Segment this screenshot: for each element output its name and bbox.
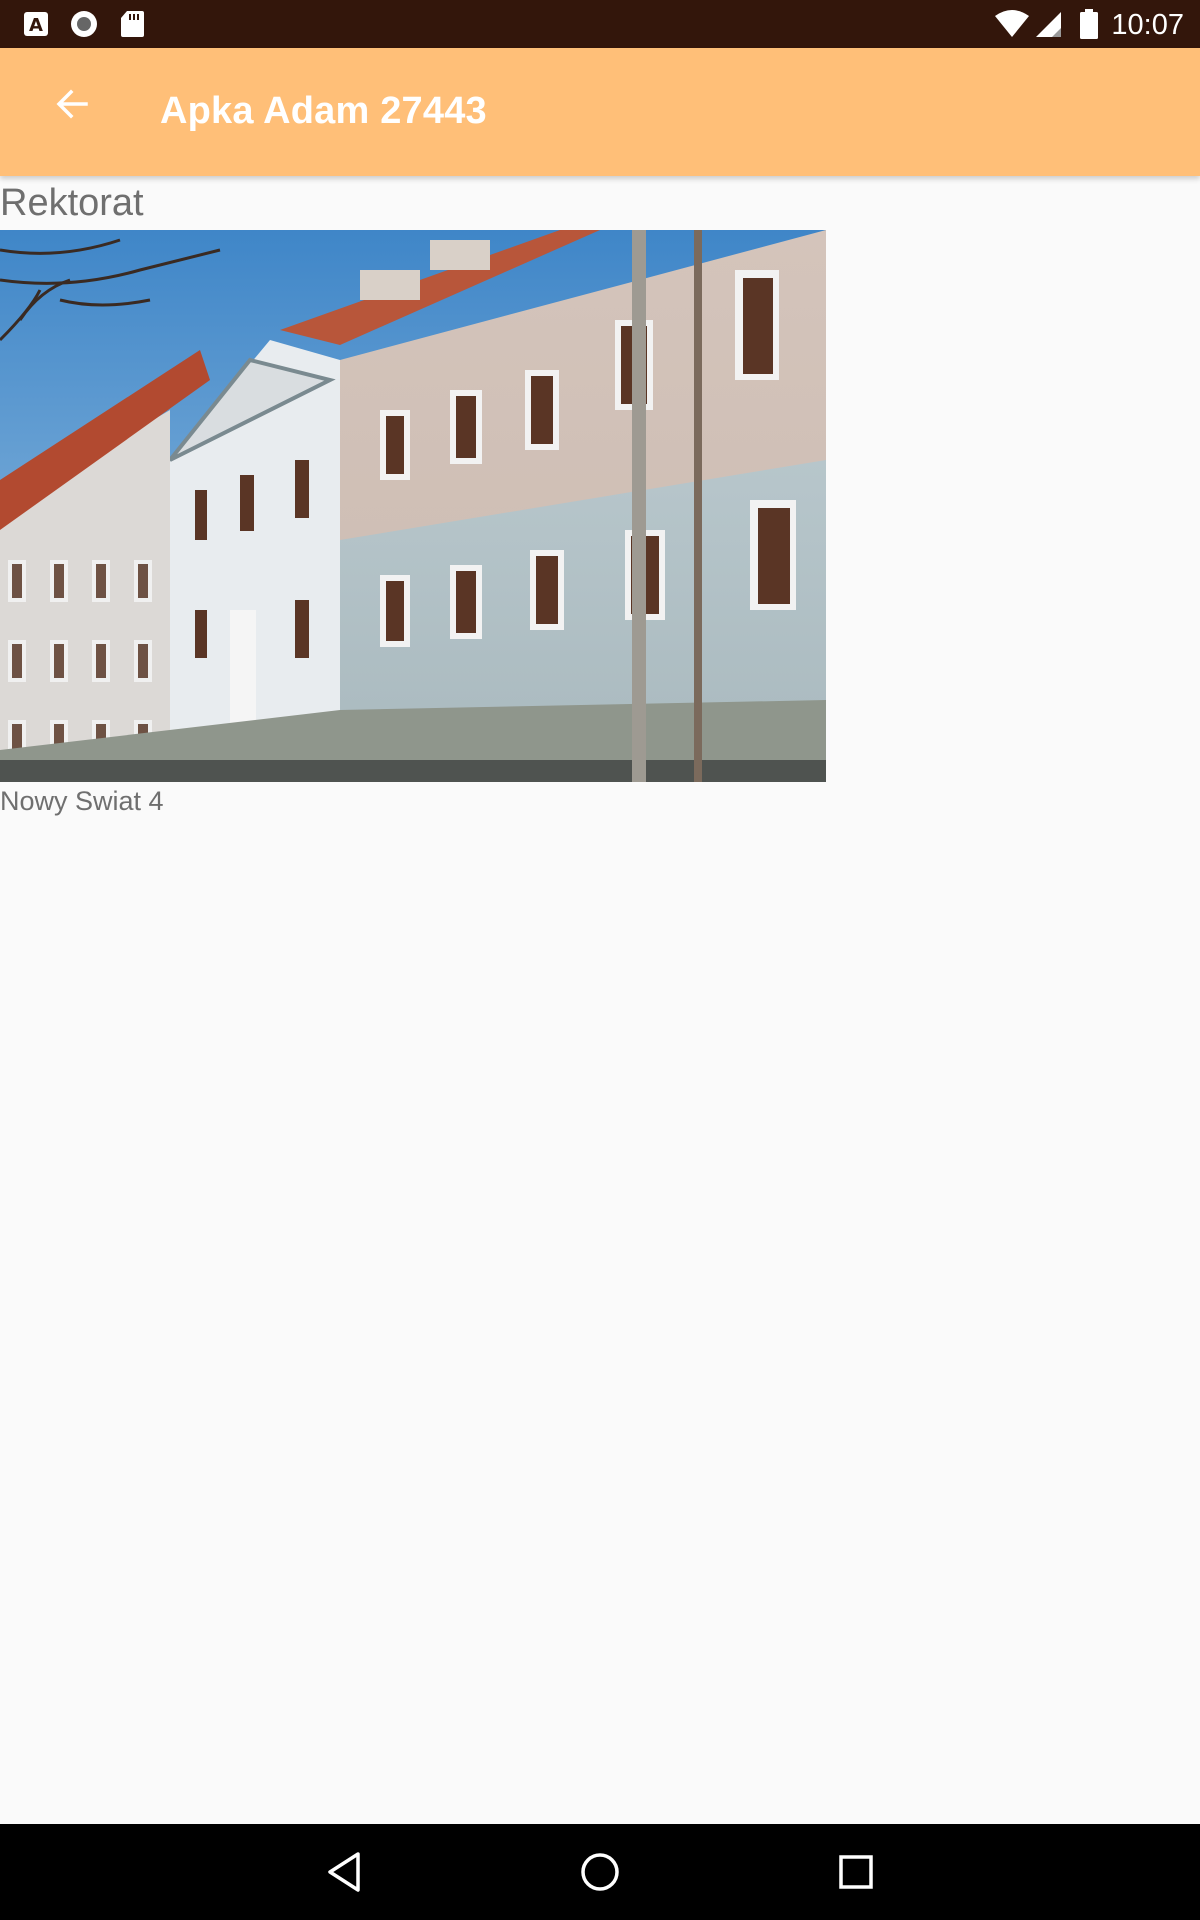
back-triangle-icon bbox=[328, 1852, 360, 1892]
nav-back-button[interactable] bbox=[314, 1842, 374, 1902]
home-circle-icon bbox=[581, 1853, 619, 1891]
place-address: Nowy Swiat 4 bbox=[0, 786, 164, 816]
arrow-back-icon bbox=[56, 89, 88, 119]
status-bar: A 10:07 bbox=[0, 0, 1200, 48]
app-title: Apka Adam 27443 bbox=[160, 90, 487, 132]
sd-card-icon bbox=[118, 0, 146, 48]
status-time: 10:07 bbox=[1111, 9, 1184, 41]
back-button[interactable] bbox=[40, 72, 104, 136]
svg-text:A: A bbox=[29, 15, 43, 36]
system-nav-bar bbox=[0, 1824, 1200, 1920]
cell-signal-icon bbox=[1034, 0, 1062, 48]
recents-square-icon bbox=[839, 1855, 873, 1889]
font-a-icon: A bbox=[22, 0, 50, 48]
nav-recents-button[interactable] bbox=[826, 1842, 886, 1902]
app-bar: Apka Adam 27443 bbox=[0, 48, 1200, 176]
battery-icon bbox=[1078, 0, 1100, 48]
building-photo bbox=[0, 230, 826, 782]
circle-record-icon bbox=[68, 0, 100, 48]
wifi-icon bbox=[994, 0, 1030, 48]
place-title: Rektorat bbox=[0, 182, 144, 224]
nav-home-button[interactable] bbox=[570, 1842, 630, 1902]
